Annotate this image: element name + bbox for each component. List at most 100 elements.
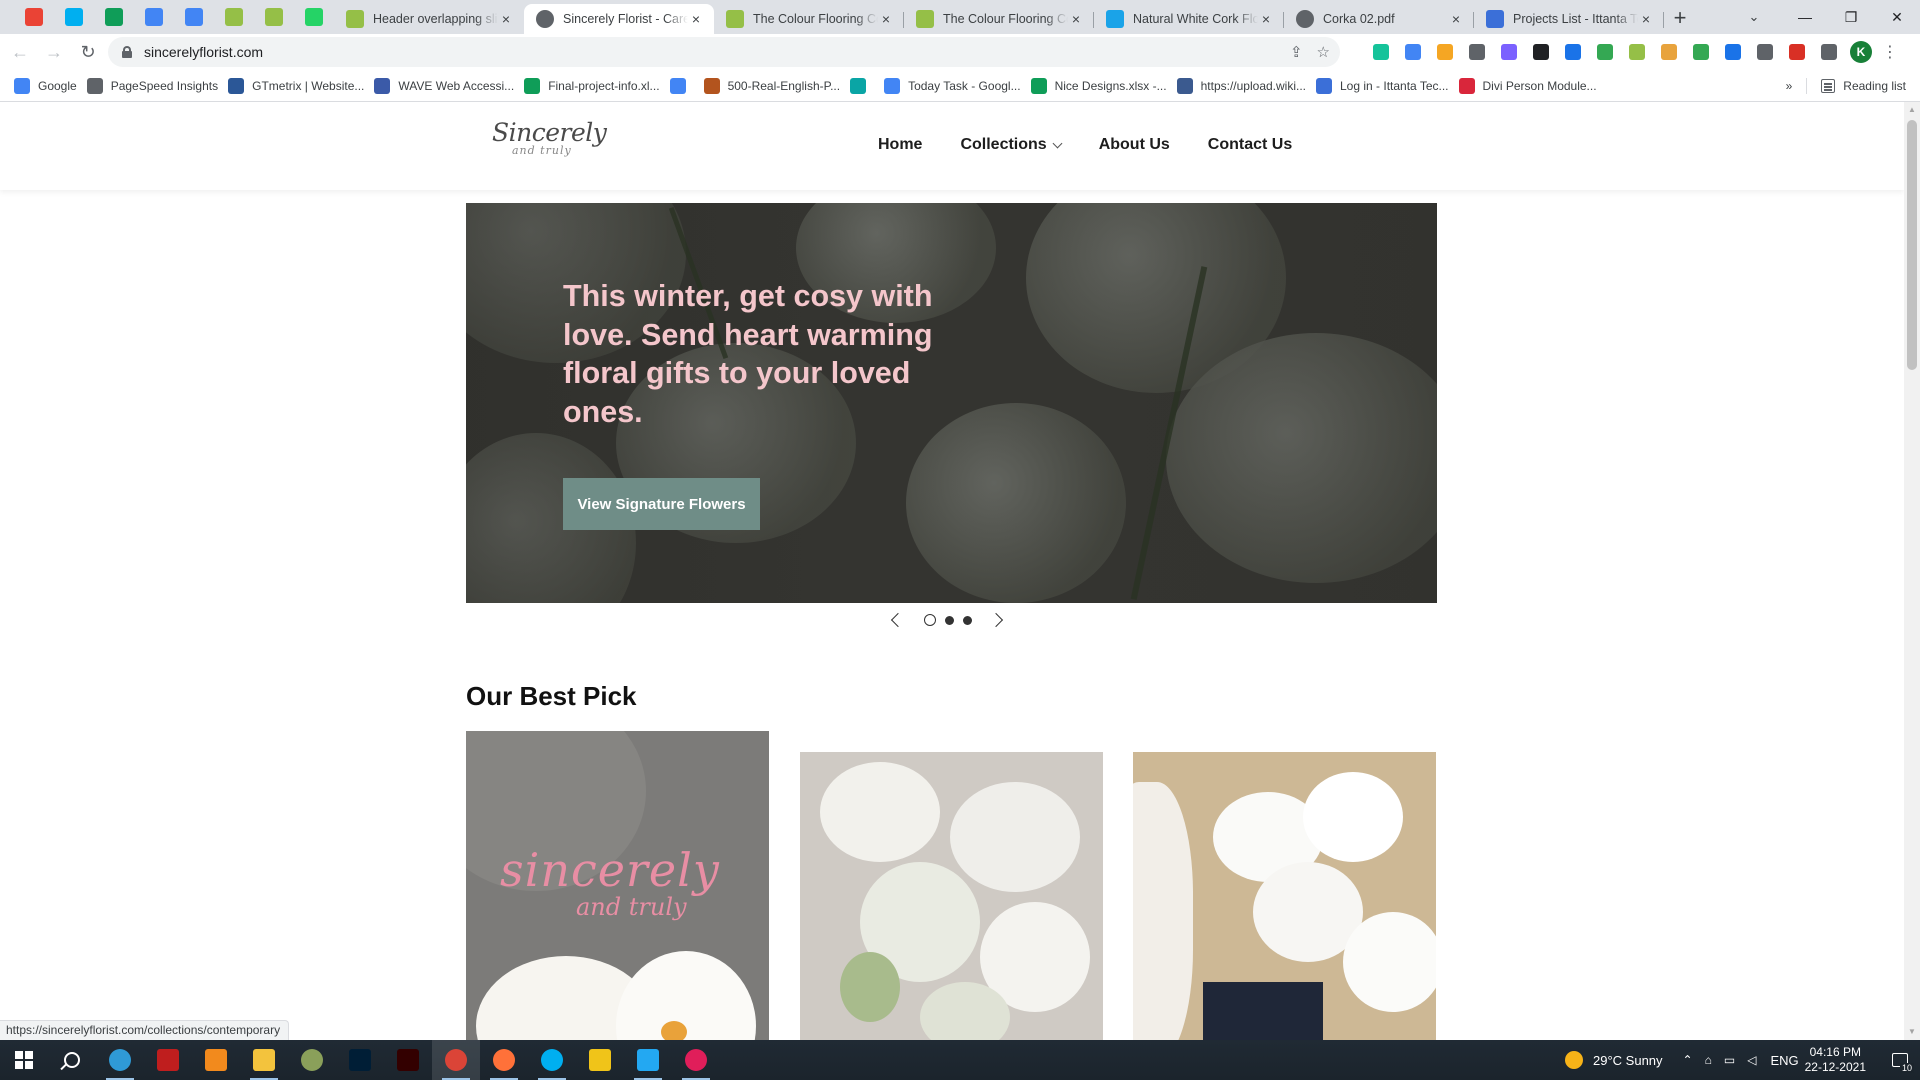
start-button[interactable] — [0, 1040, 48, 1080]
language-indicator[interactable]: ENG — [1770, 1053, 1798, 1068]
bookmark-item[interactable]: 500-Real-English-P... — [702, 74, 849, 98]
bookmark-item[interactable]: Google — [12, 74, 85, 98]
close-tab-icon[interactable]: × — [1068, 11, 1084, 27]
volume-icon[interactable]: ◁ — [1747, 1053, 1756, 1067]
url-text[interactable]: sincerelyflorist.com — [144, 44, 263, 60]
nav-about-us[interactable]: About Us — [1099, 136, 1170, 154]
glasses-icon[interactable] — [1594, 41, 1616, 63]
bookmark-item[interactable]: Divi Person Module... — [1457, 74, 1605, 98]
bookmark-item[interactable] — [848, 74, 882, 98]
close-tab-icon[interactable]: × — [498, 11, 514, 27]
slider-prev-arrow-icon[interactable] — [890, 612, 906, 628]
network-icon[interactable]: ⌂ — [1705, 1053, 1712, 1067]
address-bar[interactable]: sincerelyflorist.com ⇪ ☆ — [108, 37, 1340, 67]
taskbar-app[interactable] — [384, 1040, 432, 1080]
close-tab-icon[interactable]: × — [878, 11, 894, 27]
scroll-thumb[interactable] — [1907, 120, 1917, 370]
notification-center-button[interactable]: 10 — [1880, 1040, 1920, 1080]
nav-home[interactable]: Home — [878, 136, 922, 154]
taskbar-app[interactable] — [336, 1040, 384, 1080]
taskbar-app[interactable] — [96, 1040, 144, 1080]
bookmark-item[interactable]: https://upload.wiki... — [1175, 74, 1314, 98]
more-menu-icon[interactable]: ⋮ — [1882, 42, 1898, 62]
bookmark-item[interactable]: Today Task - Googl... — [882, 74, 1029, 98]
minimize-icon[interactable]: — — [1782, 0, 1828, 34]
taskbar-app[interactable] — [240, 1040, 288, 1080]
pinned-tab[interactable] — [14, 0, 54, 34]
chevron-up-icon[interactable]: ⌃ — [1683, 1053, 1693, 1067]
browser-tab[interactable]: Natural White Cork Floor × — [1094, 4, 1284, 34]
pinned-tab[interactable] — [254, 0, 294, 34]
product-card[interactable]: sincerely and truly — [466, 731, 769, 1040]
reload-icon[interactable]: ↻ — [72, 36, 104, 68]
scroll-up-icon[interactable]: ▲ — [1904, 102, 1920, 118]
bookmark-item[interactable]: PageSpeed Insights — [85, 74, 226, 98]
download-icon[interactable] — [1562, 41, 1584, 63]
nav-collections[interactable]: Collections — [960, 136, 1063, 154]
settings-icon[interactable] — [1754, 41, 1776, 63]
bookmark-item[interactable] — [668, 74, 702, 98]
taskbar-app[interactable] — [480, 1040, 528, 1080]
browser-tab[interactable]: Sincerely Florist - Careful× — [524, 4, 714, 34]
slider-next-arrow-icon[interactable] — [988, 612, 1004, 628]
bookmark-item[interactable]: Log in - Ittanta Tec... — [1314, 74, 1457, 98]
taskbar-app[interactable] — [288, 1040, 336, 1080]
bookmark-item[interactable]: GTmetrix | Website... — [226, 74, 372, 98]
close-tab-icon[interactable]: × — [1258, 11, 1274, 27]
pinned-tab[interactable] — [134, 0, 174, 34]
browser-tab[interactable]: The Colour Flooring Co × — [904, 4, 1094, 34]
product-card[interactable] — [1133, 752, 1436, 1040]
weather-text[interactable]: 29°C Sunny — [1593, 1053, 1663, 1068]
close-tab-icon[interactable]: × — [1448, 11, 1464, 27]
page-scrollbar[interactable]: ▲ ▼ — [1904, 102, 1920, 1040]
more-bookmarks-chevron-icon[interactable]: » — [1786, 79, 1793, 93]
browser-tab[interactable]: The Colour Flooring Co × — [714, 4, 904, 34]
color-picker-icon[interactable] — [1786, 41, 1808, 63]
taskbar-app[interactable] — [144, 1040, 192, 1080]
bookmark-star-icon[interactable]: ☆ — [1317, 43, 1330, 61]
profile-avatar[interactable]: K — [1850, 41, 1872, 63]
slider-dot[interactable] — [963, 615, 972, 625]
pinned-tab[interactable] — [94, 0, 134, 34]
product-card[interactable] — [800, 752, 1103, 1040]
bookmark-item[interactable]: Nice Designs.xlsx -... — [1029, 74, 1175, 98]
ruler-icon[interactable] — [1658, 41, 1680, 63]
pinned-tab[interactable] — [214, 0, 254, 34]
share-icon[interactable]: ⇪ — [1290, 43, 1303, 61]
view-signature-flowers-button[interactable]: View Signature Flowers — [563, 478, 760, 530]
nav-contact-us[interactable]: Contact Us — [1208, 136, 1292, 154]
taskbar-app[interactable] — [624, 1040, 672, 1080]
shopify-icon[interactable] — [1626, 41, 1648, 63]
taskbar-app[interactable] — [432, 1040, 480, 1080]
hero-slider[interactable]: This winter, get cosy with love. Send he… — [466, 203, 1437, 603]
bookmark-item[interactable]: Final-project-info.xl... — [522, 74, 667, 98]
close-tab-icon[interactable]: × — [688, 11, 704, 27]
tab-search-chevron-icon[interactable]: ⌄ — [1736, 0, 1772, 34]
browser-tab[interactable]: Projects List - Ittanta Tec × — [1474, 4, 1664, 34]
bug-icon[interactable] — [1530, 41, 1552, 63]
close-tab-icon[interactable]: × — [1638, 11, 1654, 27]
wappalyzer-icon[interactable] — [1466, 41, 1488, 63]
lock-icon[interactable] — [122, 46, 132, 58]
taskbar-app[interactable] — [576, 1040, 624, 1080]
reading-list-button[interactable]: Reading list — [1821, 79, 1906, 93]
puzzle-icon[interactable] — [1818, 41, 1840, 63]
slider-dot[interactable] — [924, 614, 936, 626]
browser-tab[interactable]: Header overlapping slider× — [334, 4, 524, 34]
close-window-icon[interactable]: ✕ — [1874, 0, 1920, 34]
colorzilla-icon[interactable] — [1434, 41, 1456, 63]
translate-icon[interactable] — [1402, 41, 1424, 63]
site-logo[interactable]: Sincerely and truly — [490, 118, 607, 176]
taskbar-app[interactable] — [192, 1040, 240, 1080]
scroll-down-icon[interactable]: ▼ — [1904, 1024, 1920, 1040]
taskbar-app[interactable] — [528, 1040, 576, 1080]
clock[interactable]: 04:16 PM 22-12-2021 — [1805, 1045, 1866, 1075]
slider-dot[interactable] — [945, 615, 954, 625]
pinned-tab[interactable] — [54, 0, 94, 34]
grammarly-icon[interactable] — [1370, 41, 1392, 63]
tools-icon[interactable] — [1690, 41, 1712, 63]
forward-arrow-icon[interactable]: → — [38, 36, 70, 68]
weather-icon[interactable] — [1565, 1051, 1584, 1069]
pinned-tab[interactable] — [174, 0, 214, 34]
back-arrow-icon[interactable]: ← — [4, 36, 36, 68]
